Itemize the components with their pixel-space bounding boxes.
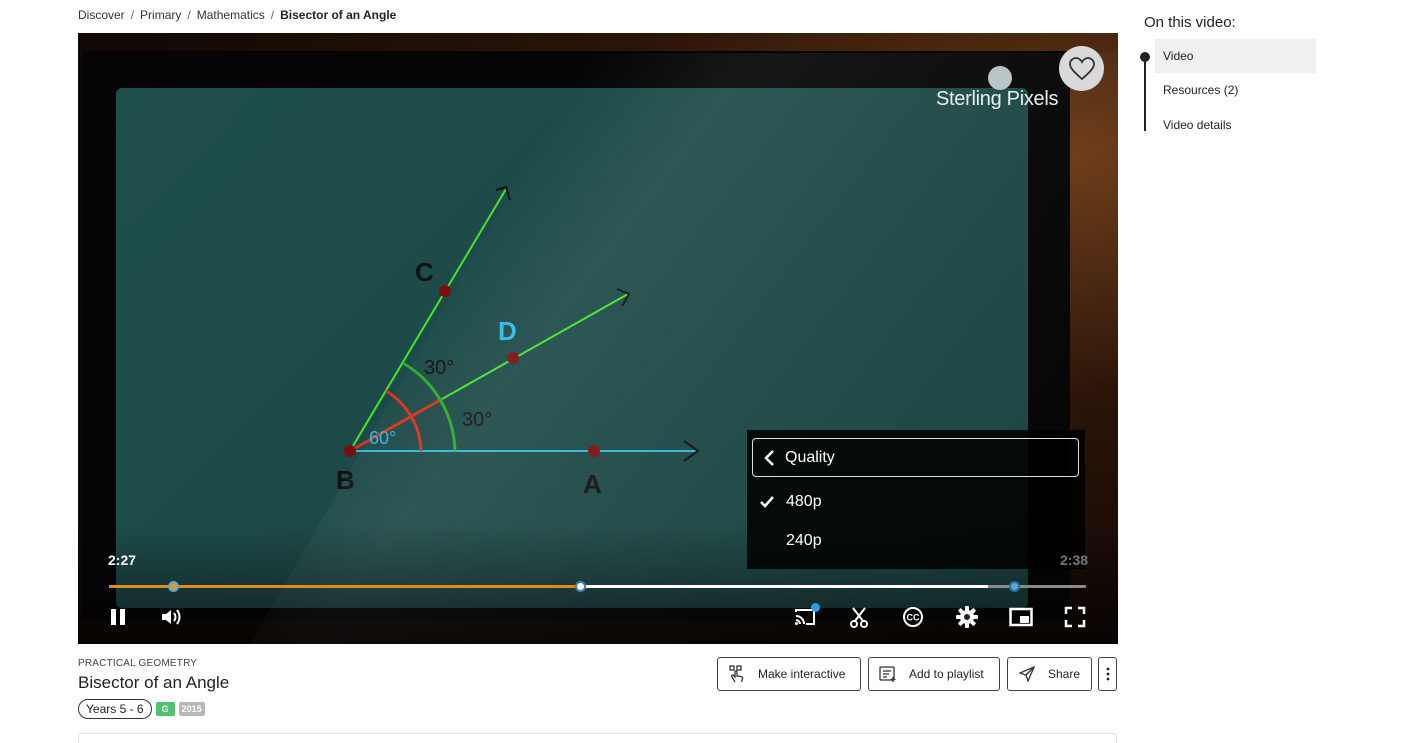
picture-in-picture-button[interactable] [1006, 602, 1036, 632]
current-time: 2:27 [108, 552, 137, 568]
video-player[interactable]: C D B A 30° 30° 60° Sterling Pixels Qual… [78, 33, 1118, 644]
cast-badge [811, 603, 820, 612]
played-bar [109, 585, 581, 588]
sidebar-item-video[interactable]: Video [1155, 39, 1316, 73]
playlist-add-icon [879, 666, 896, 682]
breadcrumb: Discover / Primary / Mathematics / Bisec… [78, 8, 396, 22]
checkmark-icon [760, 496, 774, 508]
cc-icon: CC [903, 607, 923, 627]
quality-option-label: 240p [786, 532, 822, 549]
label-b: B [336, 465, 355, 495]
svg-text:CC: CC [907, 613, 920, 623]
quality-menu-title: Quality [785, 448, 835, 466]
breadcrumb-separator: / [270, 8, 275, 22]
quality-option-label: 480p [786, 493, 822, 510]
rating-badge: G [155, 702, 175, 716]
breadcrumb-current: Bisector of an Angle [280, 8, 397, 22]
progress-bar[interactable] [109, 581, 1086, 592]
send-icon [1019, 666, 1035, 682]
gear-icon [956, 606, 978, 628]
sidebar-active-indicator [1140, 52, 1150, 62]
quality-back-button[interactable]: Quality [752, 438, 1079, 477]
sidebar-item-video-details[interactable]: Video details [1155, 108, 1316, 142]
content-card [78, 733, 1117, 743]
years-badge: Years 5 - 6 [78, 699, 152, 719]
quality-option-240p[interactable]: 240p [752, 525, 1079, 557]
brand-logo-mark [988, 66, 1012, 90]
video-category: PRACTICAL GEOMETRY [78, 658, 198, 669]
year-badge: 2015 [178, 702, 205, 716]
video-tags: Years 5 - 6 G 2015 [78, 699, 205, 719]
breadcrumb-separator: / [130, 8, 135, 22]
picture-in-picture-icon [1009, 607, 1033, 627]
clip-button[interactable] [844, 602, 874, 632]
label-a: A [583, 469, 602, 499]
add-to-playlist-label: Add to playlist [909, 667, 984, 681]
breadcrumb-primary[interactable]: Primary [140, 8, 181, 22]
sidebar-item-label: Video [1163, 49, 1194, 63]
total-time: 2:38 [1060, 552, 1089, 568]
settings-button[interactable] [952, 602, 982, 632]
fullscreen-button[interactable] [1060, 602, 1090, 632]
cast-button[interactable] [790, 602, 820, 632]
sidebar-item-resources[interactable]: Resources (2) [1155, 73, 1316, 107]
breadcrumb-discover[interactable]: Discover [78, 8, 125, 22]
breadcrumb-mathematics[interactable]: Mathematics [197, 8, 265, 22]
brand-watermark: Sterling Pixels [936, 88, 1059, 110]
sidebar-title: On this video: [1144, 14, 1236, 31]
label-angle-bottom: 30° [462, 409, 492, 431]
pause-icon [111, 609, 125, 625]
make-interactive-button[interactable]: Make interactive [717, 657, 861, 691]
make-interactive-label: Make interactive [758, 667, 846, 681]
favorite-button[interactable] [1059, 46, 1104, 91]
share-button[interactable]: Share [1007, 657, 1092, 691]
label-d: D [498, 316, 517, 346]
scrubber-handle[interactable] [574, 581, 586, 592]
pause-button[interactable] [103, 602, 133, 632]
volume-button[interactable] [157, 602, 187, 632]
breadcrumb-separator: / [187, 8, 191, 22]
hand-pointer-icon [729, 665, 744, 683]
sidebar-item-label: Video details [1163, 118, 1232, 132]
video-title: Bisector of an Angle [78, 673, 230, 692]
end-marker[interactable] [1008, 581, 1020, 592]
label-angle-whole: 60° [369, 428, 396, 448]
share-label: Share [1048, 667, 1081, 681]
captions-button[interactable]: CC [898, 602, 928, 632]
chevron-left-icon [764, 449, 774, 466]
label-angle-top: 30° [424, 357, 454, 379]
kebab-menu-icon [1106, 667, 1109, 681]
more-options-button[interactable] [1098, 657, 1117, 691]
heart-icon [1068, 56, 1095, 80]
sidebar-track [1144, 57, 1146, 131]
label-c: C [415, 257, 434, 287]
quality-menu: Quality 480p 240p [747, 430, 1085, 569]
fullscreen-icon [1064, 606, 1086, 628]
volume-icon [162, 609, 181, 625]
sidebar-item-label: Resources (2) [1163, 83, 1239, 97]
quality-option-480p[interactable]: 480p [752, 486, 1079, 518]
scissors-icon [850, 607, 868, 628]
add-to-playlist-button[interactable]: Add to playlist [868, 657, 1000, 691]
